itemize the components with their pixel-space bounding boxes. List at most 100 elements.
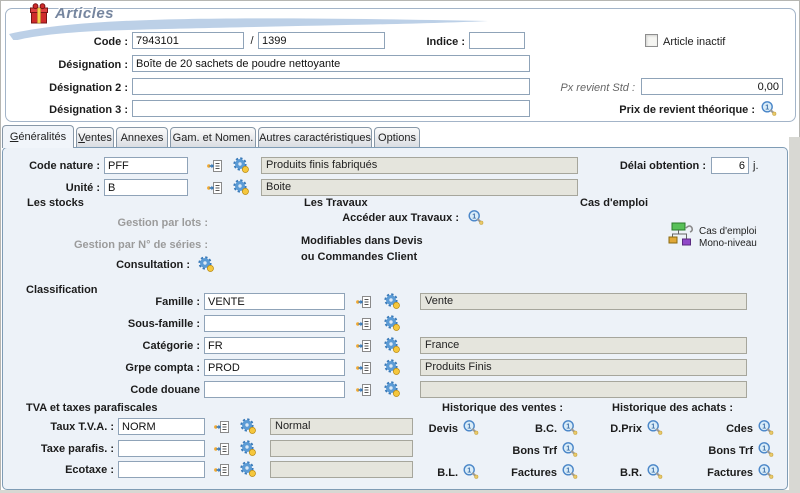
unite-input[interactable] <box>104 179 188 196</box>
dprix-label: D.Prix <box>594 423 642 435</box>
gestion-series-label: Gestion par N° de séries : <box>24 239 208 251</box>
unite-display: Boite <box>261 179 578 196</box>
tab-options[interactable]: Options <box>374 127 420 147</box>
famille-input[interactable] <box>204 293 345 310</box>
taxe-parafis-gear-icon[interactable] <box>240 440 256 456</box>
sous-famille-select-icon[interactable] <box>356 316 372 332</box>
px-revient-std-input[interactable] <box>641 78 783 95</box>
factures-achats-lookup-icon[interactable] <box>757 463 774 480</box>
code-nature-select-icon[interactable] <box>207 158 223 174</box>
grpe-compta-gear-icon[interactable] <box>384 359 400 375</box>
famille-label: Famille : <box>58 296 200 308</box>
categorie-gear-icon[interactable] <box>384 337 400 353</box>
designation3-input[interactable] <box>132 100 530 117</box>
factures-ventes-lookup-icon[interactable] <box>561 463 578 480</box>
unite-select-icon[interactable] <box>207 180 223 196</box>
categorie-display: France <box>420 337 747 354</box>
sous-famille-input[interactable] <box>204 315 345 332</box>
code-douane-gear-icon[interactable] <box>384 381 400 397</box>
cas-emploi-legend: Cas d'emploi <box>577 197 651 209</box>
page-title: Articles <box>55 5 114 22</box>
famille-display: Vente <box>420 293 747 310</box>
taux-tva-label: Taux T.V.A. : <box>20 421 114 433</box>
bl-label: B.L. <box>410 467 458 479</box>
code-nature-gear-icon[interactable] <box>233 157 249 173</box>
code-douane-display <box>420 381 747 398</box>
devis-lookup-icon[interactable] <box>462 419 479 436</box>
designation3-label: Désignation 3 : <box>8 104 128 116</box>
prix-revient-theorique-label: Prix de revient théorique : <box>555 104 755 116</box>
factures-achats-label: Factures <box>691 467 753 479</box>
designation-label: Désignation : <box>8 59 128 71</box>
delai-obtention-unit: j. <box>753 160 759 172</box>
cas-emploi-caption-line2: Mono-niveau <box>699 238 757 249</box>
classification-legend: Classification <box>23 284 101 296</box>
consultation-gear-icon[interactable] <box>198 256 214 272</box>
consultation-label: Consultation : <box>24 259 190 271</box>
article-inactif-checkbox[interactable] <box>645 34 658 47</box>
designation-input[interactable] <box>132 55 530 72</box>
taxe-parafis-select-icon[interactable] <box>214 441 230 457</box>
code-nature-input[interactable] <box>104 157 188 174</box>
br-lookup-icon[interactable] <box>646 463 663 480</box>
taxe-parafis-label: Taxe parafis. : <box>20 443 114 455</box>
code-douane-select-icon[interactable] <box>356 382 372 398</box>
code-douane-input[interactable] <box>204 381 345 398</box>
px-revient-std-label: Px revient Std : <box>520 82 635 94</box>
code-nature-display: Produits finis fabriqués <box>261 157 578 174</box>
famille-gear-icon[interactable] <box>384 293 400 309</box>
taux-tva-display: Normal <box>270 418 413 435</box>
designation2-input[interactable] <box>132 78 530 95</box>
grpe-compta-input[interactable] <box>204 359 345 376</box>
designation2-label: Désignation 2 : <box>8 82 128 94</box>
code-nature-label: Code nature : <box>8 160 100 172</box>
bl-lookup-icon[interactable] <box>462 463 479 480</box>
historique-ventes-legend: Historique des ventes : <box>439 402 566 414</box>
sous-famille-label: Sous-famille : <box>58 318 200 330</box>
sous-famille-gear-icon[interactable] <box>384 315 400 331</box>
prix-revient-theorique-lookup-icon[interactable] <box>760 100 777 117</box>
bons-trf-ventes-lookup-icon[interactable] <box>561 441 578 458</box>
taux-tva-input[interactable] <box>118 418 205 435</box>
tab-autres-caracteristiques[interactable]: Autres caractéristiques <box>258 127 372 147</box>
article-inactif-label: Article inactif <box>663 36 725 48</box>
ecotaxe-gear-icon[interactable] <box>240 461 256 477</box>
categorie-select-icon[interactable] <box>356 338 372 354</box>
taux-tva-gear-icon[interactable] <box>240 418 256 434</box>
bons-trf-ventes-label: Bons Trf <box>495 445 557 457</box>
ecotaxe-input[interactable] <box>118 461 205 478</box>
tab-ventes[interactable]: Ventes <box>76 127 114 147</box>
tab-annexes[interactable]: Annexes <box>116 127 168 147</box>
tab-generalites[interactable]: Généralités <box>2 125 74 148</box>
unite-gear-icon[interactable] <box>233 179 249 195</box>
bons-trf-achats-label: Bons Trf <box>691 445 753 457</box>
categorie-label: Catégorie : <box>58 340 200 352</box>
ecotaxe-select-icon[interactable] <box>214 462 230 478</box>
grpe-compta-select-icon[interactable] <box>356 360 372 376</box>
cdes-label: Cdes <box>691 423 753 435</box>
gestion-lots-label: Gestion par lots : <box>24 217 208 229</box>
categorie-input[interactable] <box>204 337 345 354</box>
bons-trf-achats-lookup-icon[interactable] <box>757 441 774 458</box>
factures-ventes-label: Factures <box>495 467 557 479</box>
tva-legend: TVA et taxes parafiscales <box>23 402 160 414</box>
famille-select-icon[interactable] <box>356 294 372 310</box>
taxe-parafis-input[interactable] <box>118 440 205 457</box>
dprix-lookup-icon[interactable] <box>646 419 663 436</box>
cas-emploi-caption-line1: Cas d'emploi <box>699 226 757 237</box>
bc-lookup-icon[interactable] <box>561 419 578 436</box>
acceder-travaux-lookup-icon[interactable] <box>467 209 484 226</box>
gift-icon <box>28 3 50 25</box>
tab-gam-et-nomen[interactable]: Gam. et Nomen. <box>170 127 256 147</box>
modifiables-label-line2: ou Commandes Client <box>301 251 417 263</box>
delai-obtention-input[interactable] <box>711 157 749 174</box>
grpe-compta-label: Grpe compta : <box>58 362 200 374</box>
acceder-travaux-label: Accéder aux Travaux : <box>301 212 459 224</box>
taux-tva-select-icon[interactable] <box>214 419 230 435</box>
cas-emploi-mono-niveau-icon[interactable] <box>666 222 694 248</box>
stocks-legend: Les stocks <box>24 197 87 209</box>
window-edge <box>789 137 800 493</box>
ecotaxe-display <box>270 461 413 478</box>
cdes-lookup-icon[interactable] <box>757 419 774 436</box>
delai-obtention-label: Délai obtention : <box>580 160 706 172</box>
